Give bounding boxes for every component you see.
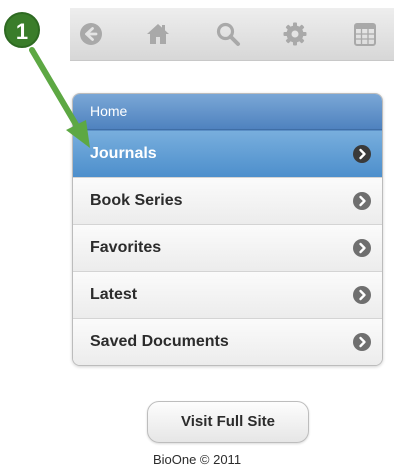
toolbar bbox=[70, 8, 394, 61]
chevron-right-icon bbox=[353, 145, 371, 163]
visit-full-site-button[interactable]: Visit Full Site bbox=[147, 401, 309, 443]
callout-number-badge: 1 bbox=[4, 12, 40, 48]
menu-item-label: Saved Documents bbox=[90, 333, 229, 350]
back-icon[interactable] bbox=[78, 21, 104, 47]
menu-item-favorites[interactable]: Favorites bbox=[73, 224, 382, 271]
calendar-icon[interactable] bbox=[352, 21, 378, 47]
menu-item-label: Book Series bbox=[90, 192, 183, 209]
menu-item-label: Journals bbox=[90, 145, 157, 162]
settings-icon[interactable] bbox=[282, 21, 308, 47]
menu-item-journals[interactable]: Journals bbox=[73, 130, 382, 177]
menu-item-label: Latest bbox=[90, 286, 138, 303]
menu-item-label: Favorites bbox=[90, 239, 162, 256]
main-menu: Home Journals Book Series Favorites Late… bbox=[72, 93, 383, 366]
menu-header-home: Home bbox=[73, 94, 382, 130]
chevron-right-icon bbox=[353, 286, 371, 304]
chevron-right-icon bbox=[353, 239, 371, 257]
search-icon[interactable] bbox=[215, 21, 241, 47]
menu-item-saved-documents[interactable]: Saved Documents bbox=[73, 318, 382, 365]
footer-copyright: BioOne © 2011 bbox=[152, 452, 242, 467]
home-icon[interactable] bbox=[145, 21, 171, 47]
mobile-page: Home Journals Book Series Favorites Late… bbox=[0, 0, 394, 471]
menu-item-book-series[interactable]: Book Series bbox=[73, 177, 382, 224]
chevron-right-icon bbox=[353, 333, 371, 351]
menu-item-latest[interactable]: Latest bbox=[73, 271, 382, 318]
chevron-right-icon bbox=[353, 192, 371, 210]
